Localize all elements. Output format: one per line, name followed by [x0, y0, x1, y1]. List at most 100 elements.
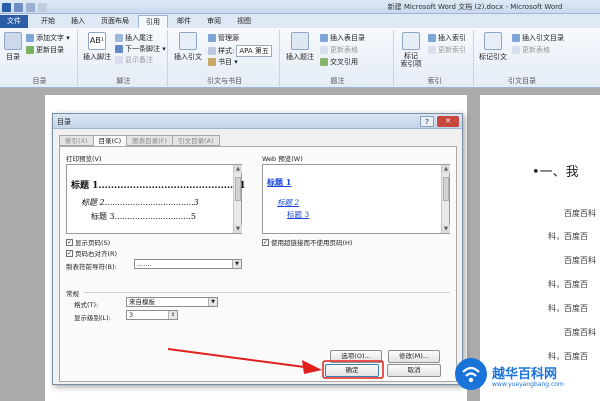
tab-page-layout[interactable]: 页面布局 [94, 15, 136, 28]
update-index-icon [428, 46, 436, 54]
modify-button[interactable]: 修改(M)... [388, 350, 440, 363]
tab-table-of-authorities[interactable]: 引文目录(A) [171, 135, 220, 146]
tab-file[interactable]: 文件 [0, 15, 28, 28]
toa-group: 标记引文 插入引文目录 更新表格 引文目录 [476, 30, 568, 86]
toa-group-label: 引文目录 [508, 77, 536, 85]
tab-review[interactable]: 审阅 [200, 15, 228, 28]
cross-reference-icon [320, 58, 328, 66]
show-levels-label: 显示级别(L): [74, 314, 111, 322]
checkmark-icon: ✓ [66, 249, 73, 257]
formats-select[interactable]: 来自模板 ▼ [126, 297, 218, 307]
document-line: 百度百科 [564, 256, 596, 265]
document-line: 科，百度百 [548, 304, 588, 313]
update-table-icon [320, 46, 328, 54]
document-line: 百度百科 [564, 328, 596, 337]
print-preview-scrollbar[interactable]: ▲ ▼ [233, 165, 242, 233]
citations-group: 插入引文 管理源 样式: APA 第五 书目 ▾ 引文与书目 [170, 30, 280, 86]
insert-table-of-figures-button[interactable]: 插入表目录 [320, 33, 365, 43]
scroll-down-icon[interactable]: ▼ [234, 225, 242, 233]
web-preview-level-3[interactable]: 标题 3 [287, 209, 309, 220]
close-button[interactable]: ✕ [437, 116, 459, 127]
insert-toa-button[interactable]: 插入引文目录 [512, 33, 564, 43]
options-button[interactable]: 选项(O)... [330, 350, 382, 363]
insert-endnote-button[interactable]: 插入尾注 [115, 33, 153, 43]
update-index-button[interactable]: 更新索引 [428, 45, 466, 55]
add-text-button[interactable]: 添加文字 ▾ [26, 33, 70, 43]
endnote-icon [115, 34, 123, 42]
update-toa-icon [512, 46, 520, 54]
captions-group-label: 题注 [330, 77, 345, 85]
show-levels-spinner[interactable]: 3 ⇕ [126, 310, 178, 320]
tab-references[interactable]: 引用 [138, 15, 168, 28]
watermark-url: www.yueyangbang.com [492, 381, 564, 388]
chevron-down-icon: ▼ [208, 298, 217, 306]
dialog-title-bar: 目录 ? ✕ [53, 114, 462, 129]
footnotes-group-label: 脚注 [116, 77, 131, 85]
manage-sources-icon [208, 34, 216, 42]
show-notes-button[interactable]: 显示备注 [115, 55, 153, 65]
ribbon-tabs: 文件 开始 插入 页面布局 引用 邮件 审阅 视图 [0, 14, 600, 28]
cross-reference-button[interactable]: 交叉引用 [320, 57, 358, 67]
update-toc-button[interactable]: 更新目录 [26, 45, 64, 55]
window-title: 新建 Microsoft Word 文档 (2).docx - Microsof… [387, 3, 563, 11]
update-table-figures-button[interactable]: 更新表格 [320, 45, 358, 55]
scroll-thumb[interactable] [443, 177, 449, 201]
manage-sources-button[interactable]: 管理源 [208, 33, 239, 43]
mark-citation-button[interactable]: 标记引文 [479, 32, 507, 62]
right-align-page-numbers-checkbox[interactable]: ✓ 页码右对齐(R) [66, 248, 117, 258]
citation-style-select[interactable]: 样式: APA 第五 [208, 45, 272, 57]
insert-caption-button[interactable]: 插入题注 [285, 32, 315, 62]
mark-entry-icon [402, 32, 420, 50]
tab-view[interactable]: 视图 [230, 15, 258, 28]
scroll-thumb[interactable] [235, 177, 241, 201]
toc-dialog: 目录 ? ✕ 索引(X) 目录(C) 图表目录(F) 引文目录(A) 打印预览(… [52, 113, 463, 385]
next-footnote-icon [115, 45, 123, 53]
tab-table-of-figures[interactable]: 图表目录(F) [126, 135, 173, 146]
web-preview-level-1[interactable]: 标题 1 [267, 177, 291, 188]
scroll-down-icon[interactable]: ▼ [442, 225, 450, 233]
formats-label: 格式(T): [74, 301, 99, 309]
scroll-up-icon[interactable]: ▲ [234, 165, 242, 173]
print-preview-level-1: 标题 1....................................… [71, 181, 246, 191]
help-button[interactable]: ? [420, 116, 434, 127]
scroll-up-icon[interactable]: ▲ [442, 165, 450, 173]
toc-group: 目录 添加文字 ▾ 更新目录 目录 [2, 30, 78, 86]
toc-icon [4, 32, 22, 50]
use-hyperlinks-checkbox[interactable]: ✓ 使用超链接而不使用页码(H) [262, 237, 352, 247]
checkmark-icon: ✓ [66, 238, 73, 246]
bibliography-button[interactable]: 书目 ▾ [208, 57, 238, 67]
web-preview-scrollbar[interactable]: ▲ ▼ [441, 165, 450, 233]
mark-entry-button[interactable]: 标记 索引项 [399, 32, 423, 68]
print-preview-level-2: 标题 2...................................3 [81, 198, 199, 207]
cancel-button[interactable]: 取消 [387, 364, 441, 377]
document-line: 科，百度百 [548, 280, 588, 289]
ok-button[interactable]: 确定 [325, 364, 379, 377]
captions-group: 插入题注 插入表目录 更新表格 交叉引用 题注 [282, 30, 394, 86]
toc-tab-panel: 打印预览(V) 标题 1............................… [59, 146, 457, 382]
checkmark-icon: ✓ [262, 238, 269, 246]
insert-citation-button[interactable]: 插入引文 [173, 32, 203, 62]
tab-mailings[interactable]: 邮件 [170, 15, 198, 28]
spinner-arrows-icon[interactable]: ⇕ [168, 311, 177, 319]
show-page-numbers-checkbox[interactable]: ✓ 显示页码(S) [66, 237, 110, 247]
update-toa-button[interactable]: 更新表格 [512, 45, 550, 55]
print-preview-box[interactable]: 标题 1....................................… [66, 164, 246, 234]
citations-group-label: 引文与书目 [207, 77, 242, 85]
insert-index-button[interactable]: 插入索引 [428, 33, 466, 43]
index-group-label: 索引 [427, 77, 442, 85]
tab-index[interactable]: 索引(X) [59, 135, 94, 146]
next-footnote-button[interactable]: 下一条脚注 ▾ [115, 44, 166, 54]
web-preview-box[interactable]: 标题 1 标题 2 标题 3 ▲ ▼ [262, 164, 450, 234]
index-group: 标记 索引项 插入索引 更新索引 索引 [396, 30, 474, 86]
toc-button[interactable]: 目录 [4, 32, 22, 62]
footnotes-group: AB¹ 插入脚注 插入尾注 下一条脚注 ▾ 显示备注 脚注 [80, 30, 168, 86]
tab-leader-select[interactable]: ....... ▼ [134, 259, 242, 269]
tab-insert[interactable]: 插入 [64, 15, 92, 28]
insert-footnote-button[interactable]: AB¹ 插入脚注 [83, 32, 111, 62]
web-preview-level-2[interactable]: 标题 2 [277, 197, 299, 208]
mark-citation-icon [484, 32, 502, 50]
document-line: 科，百度百 [548, 232, 588, 241]
insert-toa-icon [512, 34, 520, 42]
tab-home[interactable]: 开始 [34, 15, 62, 28]
caption-icon [291, 32, 309, 50]
